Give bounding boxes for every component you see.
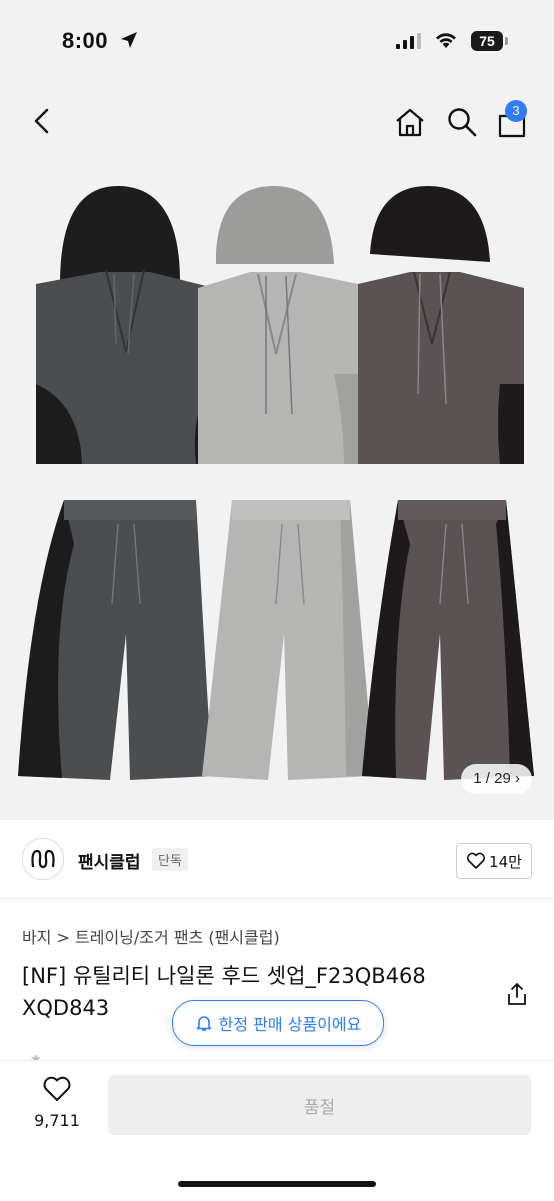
- product-image-gallery[interactable]: 1 / 29 ›: [0, 164, 554, 820]
- share-icon[interactable]: [506, 982, 528, 1006]
- brand-like-count: 14만: [489, 852, 522, 871]
- wishlist-button[interactable]: 9,711: [32, 1075, 82, 1130]
- location-arrow-icon: [121, 32, 137, 48]
- brand-like-button[interactable]: 14만: [456, 843, 532, 879]
- status-time: 8:00: [62, 28, 109, 53]
- top-nav: [0, 84, 554, 164]
- heart-icon: [43, 1076, 71, 1101]
- pants-dark-grey: [18, 500, 212, 780]
- vest-brown: [358, 186, 524, 464]
- status-bar: 8:00 75: [0, 0, 554, 84]
- cellular-signal-icon: [396, 33, 421, 49]
- heart-icon: [467, 852, 486, 869]
- pants-light-grey: [202, 500, 374, 780]
- sold-out-button[interactable]: 품절: [108, 1075, 531, 1135]
- search-icon[interactable]: [446, 106, 478, 138]
- home-indicator: [178, 1181, 376, 1187]
- battery-tip: [505, 37, 508, 45]
- brand-logo[interactable]: [22, 838, 64, 880]
- bottom-action-bar: 9,711 품절: [0, 1060, 554, 1201]
- exclusive-badge: 단독: [152, 848, 188, 871]
- divider: [0, 898, 554, 899]
- seller-name[interactable]: 팬시클럽: [78, 848, 141, 873]
- seller-row: 팬시클럽 단독 14만: [0, 826, 554, 896]
- vest-dark-grey: [36, 185, 214, 464]
- breadcrumb[interactable]: 바지 > 트레이닝/조거 팬츠 (팬시클럽): [22, 924, 280, 948]
- wifi-icon: [436, 33, 456, 48]
- back-arrow-icon[interactable]: [28, 106, 58, 136]
- wishlist-count: 9,711: [34, 1111, 80, 1130]
- bell-icon: [196, 1016, 211, 1031]
- pants-brown: [362, 500, 534, 780]
- image-counter[interactable]: 1 / 29 ›: [461, 764, 532, 794]
- limited-sale-toast: 한정 판매 상품이에요: [172, 1000, 384, 1046]
- cart-count-badge: 3: [505, 100, 527, 122]
- toast-text: 한정 판매 상품이에요: [218, 1015, 362, 1034]
- product-image: [18, 185, 534, 780]
- battery-indicator: 75: [471, 31, 503, 51]
- home-icon[interactable]: [394, 106, 426, 138]
- vest-light-grey: [198, 186, 358, 464]
